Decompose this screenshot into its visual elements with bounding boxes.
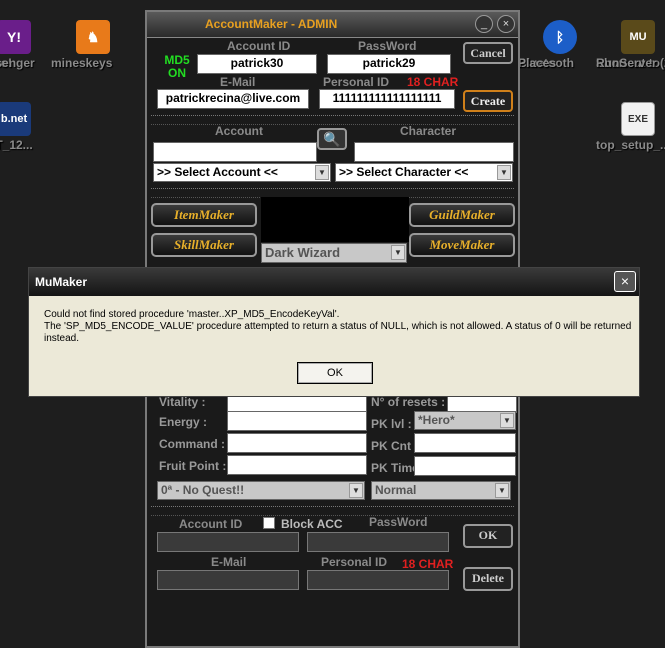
personal-id-input[interactable]: 111111111111111111 xyxy=(319,89,455,109)
desktop-icon-label: top_setup_... xyxy=(596,138,665,152)
desktop-icon-top-setup[interactable]: EXE top_setup_... xyxy=(596,102,665,152)
pklvl-value: *Hero* xyxy=(418,413,455,427)
skillmaker-button[interactable]: SkillMaker xyxy=(151,233,257,257)
bottom-personal-id-hint: 18 CHAR xyxy=(402,557,454,571)
window-titlebar[interactable]: AccountMaker - ADMIN _ × xyxy=(147,12,518,38)
cancel-button[interactable]: Cancel xyxy=(463,42,513,64)
bottom-email-label: E-Mail xyxy=(211,555,247,569)
select-character-value: >> Select Character << xyxy=(339,165,469,179)
dialog-close-button[interactable]: × xyxy=(614,271,636,292)
account-label: Account xyxy=(215,124,263,138)
character-label: Character xyxy=(400,124,457,138)
fruitpoint-input[interactable] xyxy=(227,455,367,475)
ok-button[interactable]: OK xyxy=(463,524,513,548)
desktop-icon-yahoo-messenger[interactable]: Y! Yahoo! Messenger xyxy=(0,20,56,70)
fruitpoint-label: Fruit Point : xyxy=(159,459,227,473)
pkcnt-label: PK Cnt : xyxy=(371,439,419,453)
desktop-icon-label: BTFT_12... xyxy=(0,138,33,152)
block-acc-label: Block ACC xyxy=(281,517,343,531)
account-id-label: Account ID xyxy=(227,39,291,53)
desktop-icon-mineskeys[interactable]: ♞ mineskeys xyxy=(51,20,135,70)
bottom-personal-id-label: Personal ID xyxy=(321,555,388,569)
md5-status: MD5 ON xyxy=(159,54,195,80)
bottom-email-input[interactable] xyxy=(157,570,299,590)
personal-id-hint: 18 CHAR xyxy=(407,75,459,89)
pklvl-label: PK lvl : xyxy=(371,417,412,431)
command-input[interactable] xyxy=(227,433,367,453)
personal-id-label: Personal ID xyxy=(323,75,390,89)
email-input[interactable]: patrickrecina@live.com xyxy=(157,89,309,109)
chevron-down-icon: ▼ xyxy=(500,413,514,428)
guildmaker-button[interactable]: GuildMaker xyxy=(409,203,515,227)
bottom-password-label: PassWord xyxy=(369,515,428,529)
select-character-dropdown[interactable]: >> Select Character << ▼ xyxy=(335,163,513,182)
bluetooth-icon: ᛒ xyxy=(543,20,577,54)
password-label: PassWord xyxy=(358,39,417,53)
chevron-down-icon: ▼ xyxy=(315,165,329,180)
bottom-personal-id-input[interactable] xyxy=(307,570,449,590)
energy-label: Energy : xyxy=(159,415,208,429)
search-button[interactable]: 🔍 xyxy=(317,128,347,150)
select-account-dropdown[interactable]: >> Select Account << ▼ xyxy=(153,163,331,182)
energy-input[interactable] xyxy=(227,411,367,431)
bnet-icon: b.net xyxy=(0,102,31,136)
quest-dropdown[interactable]: 0ª - No Quest!! ▼ xyxy=(157,481,365,500)
close-button[interactable]: × xyxy=(497,15,515,33)
pklvl-dropdown[interactable]: *Hero* ▼ xyxy=(414,411,516,430)
block-acc-checkbox[interactable] xyxy=(263,517,275,529)
mode-value: Normal xyxy=(375,483,417,497)
itemmaker-button[interactable]: ItemMaker xyxy=(151,203,257,227)
desktop-icon-bluetooth-places[interactable]: ᛒ Bluetooth Places xyxy=(518,20,602,70)
setup-file-icon: EXE xyxy=(621,102,655,136)
desktop-icon-label: Places xyxy=(518,56,557,70)
desktop-icon-runserver-shortcut[interactable]: MU Shortcut to RunServer (2) xyxy=(596,20,665,70)
desktop-icon-label: RunServer (2) xyxy=(596,56,665,70)
mode-dropdown[interactable]: Normal ▼ xyxy=(371,481,511,500)
md5-state: ON xyxy=(168,66,186,80)
dialog-message: Could not find stored procedure 'master.… xyxy=(44,309,634,345)
bottom-account-id-input[interactable] xyxy=(157,532,299,552)
email-label: E-Mail xyxy=(220,75,256,89)
account-input[interactable] xyxy=(153,142,317,162)
dialog-ok-button[interactable]: OK xyxy=(297,362,373,384)
minimize-button[interactable]: _ xyxy=(475,15,493,33)
dialog-message-line: The 'SP_MD5_ENCODE_VALUE' procedure atte… xyxy=(44,321,632,344)
desktop-icon-label: Messenger xyxy=(0,56,35,70)
pktime-input[interactable] xyxy=(414,456,516,476)
ornament-divider xyxy=(151,115,514,125)
command-label: Command : xyxy=(159,437,225,451)
dialog-titlebar[interactable]: MuMaker × xyxy=(29,268,639,296)
character-input[interactable] xyxy=(354,142,514,162)
class-value: Dark Wizard xyxy=(265,245,341,260)
movemaker-button[interactable]: MoveMaker xyxy=(409,233,515,257)
dialog-title: MuMaker xyxy=(35,275,88,289)
account-id-input[interactable]: patrick30 xyxy=(197,54,317,74)
vitality-label: Vitality : xyxy=(159,395,206,409)
chevron-down-icon: ▼ xyxy=(349,483,363,498)
mu-server-icon: MU xyxy=(621,20,655,54)
bottom-account-id-label: Account ID xyxy=(179,517,243,531)
yahoo-messenger-icon: Y! xyxy=(0,20,31,54)
create-button[interactable]: Create xyxy=(463,90,513,112)
dialog-message-line: Could not find stored procedure 'master.… xyxy=(44,309,340,320)
desktop-icon-btft[interactable]: b.net BTFT_12... xyxy=(0,102,56,152)
delete-button[interactable]: Delete xyxy=(463,567,513,591)
mineskeys-icon: ♞ xyxy=(76,20,110,54)
pkcnt-input[interactable] xyxy=(414,433,516,453)
desktop-icon-label: mineskeys xyxy=(51,56,113,70)
bottom-password-input[interactable] xyxy=(307,532,449,552)
character-preview xyxy=(261,197,409,242)
resets-label: N° of resets : xyxy=(371,395,446,409)
error-dialog: MuMaker × Could not find stored procedur… xyxy=(28,267,640,397)
search-icon: 🔍 xyxy=(323,131,341,147)
ornament-divider xyxy=(151,506,514,516)
chevron-down-icon: ▼ xyxy=(497,165,511,180)
password-input[interactable]: patrick29 xyxy=(327,54,451,74)
chevron-down-icon: ▼ xyxy=(495,483,509,498)
quest-value: 0ª - No Quest!! xyxy=(161,483,245,497)
chevron-down-icon: ▼ xyxy=(391,245,405,260)
class-dropdown[interactable]: Dark Wizard ▼ xyxy=(261,243,407,263)
window-title: AccountMaker - ADMIN xyxy=(205,17,338,31)
select-account-value: >> Select Account << xyxy=(157,165,278,179)
